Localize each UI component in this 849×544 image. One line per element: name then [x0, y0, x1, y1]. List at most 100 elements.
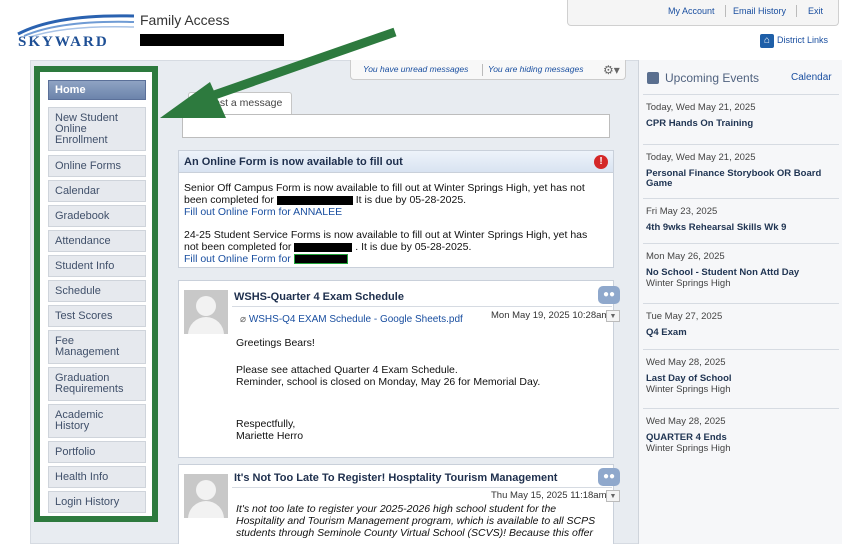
form-notice-2-line2-post: . It is due by 05-28-2025.: [355, 241, 472, 253]
event-item[interactable]: Today, Wed May 21, 2025 Personal Finance…: [643, 144, 839, 201]
sidebar-item-label: Health Info: [55, 470, 109, 483]
post-2-date: Thu May 15, 2025 11:18am: [491, 490, 607, 501]
sidebar-item-academic-history[interactable]: Academic History: [48, 404, 146, 438]
divider: [482, 64, 483, 76]
email-history-link[interactable]: Email History: [733, 6, 786, 16]
district-links-icon: ⌂: [760, 34, 774, 48]
form-notice-2-line1: 24-25 Student Service Forms is now avail…: [184, 229, 588, 241]
event-title: Personal Finance Storybook OR Board Game: [646, 168, 822, 189]
event-title: CPR Hands On Training: [646, 118, 754, 129]
post-message-tab-label: Post a message: [207, 97, 283, 109]
chat-bubble-icon[interactable]: ●●: [598, 286, 620, 304]
form-notice-2-line2-pre: not been completed for: [184, 241, 292, 253]
event-date: Wed May 28, 2025: [646, 416, 726, 427]
post-2-body-line2: Hospitality and Tourism Management progr…: [236, 515, 596, 527]
event-item[interactable]: Today, Wed May 21, 2025 CPR Hands On Tra…: [643, 94, 839, 144]
event-title: QUARTER 4 Ends: [646, 432, 727, 443]
event-date: Mon May 26, 2025: [646, 251, 725, 262]
header: SKYWARD Family Access My Account Email H…: [0, 0, 849, 58]
skyward-logo[interactable]: SKYWARD: [16, 10, 138, 52]
sidebar-item-label: Student Info: [55, 259, 115, 272]
district-links[interactable]: ⌂ District Links: [760, 34, 834, 50]
redacted-student: [293, 254, 348, 265]
event-date: Fri May 23, 2025: [646, 206, 718, 217]
sidebar-item-fee-management[interactable]: Fee Management: [48, 330, 146, 364]
event-item[interactable]: Mon May 26, 2025 No School - Student Non…: [643, 243, 839, 299]
form-notice-1: Senior Off Campus Form is now available …: [184, 182, 612, 218]
sidebar-item-graduation-requirements[interactable]: Graduation Requirements: [48, 367, 146, 401]
post-1-greeting: Greetings Bears!: [236, 337, 315, 349]
sidebar-item-student-info[interactable]: Student Info: [48, 255, 146, 277]
gear-icon[interactable]: ⚙▾: [603, 63, 623, 77]
form-notice-1-line2-post: It is due by 05-28-2025.: [355, 194, 467, 206]
upcoming-events-panel: Upcoming Events Calendar Today, Wed May …: [638, 60, 842, 544]
divider: [232, 306, 612, 307]
form-notice-1-line1: Senior Off Campus Form is now available …: [184, 182, 585, 194]
post-1-body-line1: Please see attached Quarter 4 Exam Sched…: [236, 364, 458, 376]
event-title: 4th 9wks Rehearsal Skills Wk 9: [646, 222, 787, 233]
avatar: [184, 290, 228, 334]
chevron-down-icon[interactable]: ▼: [606, 490, 620, 502]
post-2-body-line1: It's not too late to register your 2025-…: [236, 503, 557, 515]
sidebar-item-label: Portfolio: [55, 445, 96, 458]
my-account-link[interactable]: My Account: [668, 6, 715, 16]
sidebar-item-new-student-online-enrollment[interactable]: New Student Online Enrollment: [48, 107, 146, 151]
redacted-name: [140, 34, 284, 46]
divider: [796, 5, 797, 17]
fill-form-link-2[interactable]: Fill out Online Form for: [184, 253, 291, 265]
post-message-tab[interactable]: Post a message: [188, 92, 292, 114]
post-1-sign-line1: Respectfully,: [236, 418, 296, 430]
event-item[interactable]: Wed May 28, 2025 Last Day of School Wint…: [643, 349, 839, 405]
event-location: Winter Springs High: [646, 443, 731, 454]
fill-form-link-1[interactable]: Fill out Online Form for ANNALEE: [184, 206, 612, 218]
event-location: Winter Springs High: [646, 278, 731, 289]
sidebar-item-label: Gradebook: [55, 209, 110, 222]
calendar-icon: [647, 72, 659, 84]
sidebar-item-gradebook[interactable]: Gradebook: [48, 205, 146, 227]
event-item[interactable]: Wed May 28, 2025 QUARTER 4 Ends Winter S…: [643, 408, 839, 466]
sidebar-item-home[interactable]: Home: [48, 80, 146, 100]
chevron-down-icon[interactable]: ▼: [606, 310, 620, 322]
panel-header: An Online Form is now available to fill …: [179, 151, 613, 173]
event-title: No School - Student Non Attd Day: [646, 267, 800, 278]
sidebar-item-test-scores[interactable]: Test Scores: [48, 305, 146, 327]
sidebar-highlight-box: Home New Student Online Enrollment Onlin…: [34, 66, 158, 522]
event-title: Q4 Exam: [646, 327, 687, 338]
sidebar-item-attendance[interactable]: Attendance: [48, 230, 146, 252]
sidebar-item-online-forms[interactable]: Online Forms: [48, 155, 146, 177]
sidebar-item-login-history[interactable]: Login History: [48, 491, 146, 513]
event-title: Last Day of School: [646, 373, 732, 384]
form-notice-1-line2-pre: been completed for: [184, 194, 274, 206]
redacted-student: [294, 242, 353, 252]
divider: [232, 487, 612, 488]
sidebar-item-label: Test Scores: [55, 309, 113, 322]
post-2-body-line3: students through Seminole County Virtual…: [236, 527, 593, 539]
form-notice-2: 24-25 Student Service Forms is now avail…: [184, 229, 612, 265]
chat-bubble-icon[interactable]: ●●: [598, 468, 620, 486]
hiding-messages-link[interactable]: You are hiding messages: [488, 64, 583, 74]
calendar-link[interactable]: Calendar: [791, 72, 832, 83]
district-links-label: District Links: [777, 35, 829, 45]
sidebar-item-schedule[interactable]: Schedule: [48, 280, 146, 302]
event-date: Today, Wed May 21, 2025: [646, 102, 756, 113]
unread-messages-link[interactable]: You have unread messages: [363, 64, 468, 74]
sidebar-item-portfolio[interactable]: Portfolio: [48, 441, 146, 463]
sidebar-item-health-info[interactable]: Health Info: [48, 466, 146, 488]
logo-text: SKYWARD: [18, 34, 109, 50]
post-1-sign-line2: Mariette Herro: [236, 430, 304, 442]
exit-link[interactable]: Exit: [808, 6, 823, 16]
sidebar-item-label: Schedule: [55, 284, 101, 297]
sidebar-item-label: Graduation Requirements: [55, 372, 124, 395]
event-item[interactable]: Fri May 23, 2025 4th 9wks Rehearsal Skil…: [643, 198, 839, 243]
post-message-input[interactable]: [182, 114, 610, 138]
event-item[interactable]: Tue May 27, 2025 Q4 Exam: [643, 303, 839, 349]
sidebar-item-label: Fee Management: [55, 335, 120, 358]
sidebar-item-calendar[interactable]: Calendar: [48, 180, 146, 202]
attachment-link[interactable]: ⌀ WSHS-Q4 EXAM Schedule - Google Sheets.…: [240, 314, 463, 325]
event-date: Tue May 27, 2025: [646, 311, 723, 322]
divider: [725, 5, 726, 17]
alert-icon: !: [594, 155, 608, 169]
attachment-name: WSHS-Q4 EXAM Schedule - Google Sheets.pd…: [248, 314, 463, 325]
redacted-student: [276, 195, 353, 205]
sidebar-item-label: Academic History: [55, 409, 104, 432]
